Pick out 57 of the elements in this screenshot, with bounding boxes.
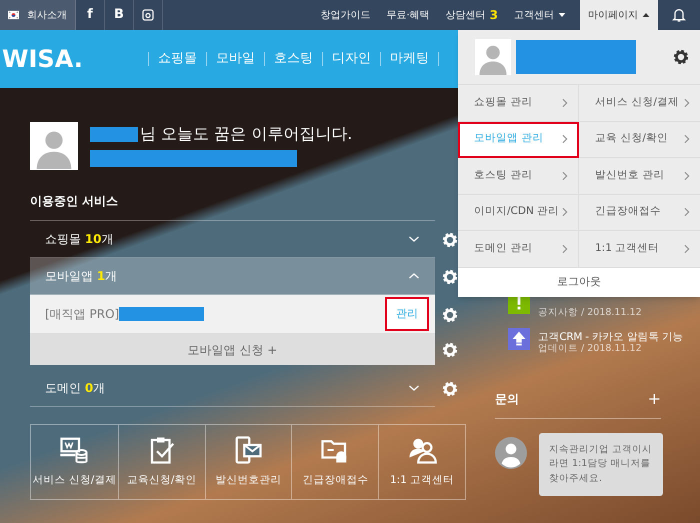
quick-link[interactable]: 발신번호관리 <box>204 425 292 499</box>
camera-icon <box>142 9 154 21</box>
menu-item[interactable]: 발신번호 관리 <box>579 158 700 194</box>
avatar-placeholder-icon <box>30 122 78 170</box>
top-nav-link[interactable]: 고객센터 <box>506 0 574 30</box>
quick-link[interactable]: 1:1 고객센터 <box>378 425 465 499</box>
top-nav-link[interactable]: 마이페이지 <box>580 0 658 30</box>
quick-link[interactable]: 긴급장애접수 <box>291 425 378 499</box>
quick-link[interactable]: 서비스 신청/결제 <box>31 425 118 499</box>
news-meta-text: 업데이트 / 2018.11.12 <box>538 344 643 354</box>
redaction-bar <box>90 126 138 142</box>
chevron-right-icon <box>560 134 570 144</box>
caret-icon <box>642 11 650 19</box>
speech-bubble: 지속관리기업 고객이시라면 1:1담당 매니저를 찾아주세요. <box>539 433 663 496</box>
bell-icon[interactable] <box>671 7 687 23</box>
avatar-placeholder-icon <box>475 39 511 75</box>
menu-item[interactable]: 서비스 신청/결제 <box>579 85 700 122</box>
service-row[interactable]: 쇼핑몰 10개 <box>30 221 435 258</box>
count-text: 3 <box>490 7 498 24</box>
chevron-right-icon <box>682 207 692 218</box>
chevron-right-icon <box>682 170 692 181</box>
service-row[interactable]: 도메인 0개 <box>30 370 435 407</box>
section-title: 이용중인 서비스 <box>30 193 120 210</box>
chevron-right-icon <box>560 170 570 181</box>
avatar-placeholder-icon <box>495 437 527 469</box>
service-row[interactable]: 모바일앱 1개 <box>30 258 435 295</box>
caret-icon <box>558 11 566 19</box>
top-nav-link[interactable]: 무료·혜택 <box>378 0 438 30</box>
app-name-text: [매직앱 PRO] <box>45 306 120 323</box>
quick-link[interactable]: 교육신청/확인 <box>118 425 205 499</box>
menu-item[interactable]: 긴급장애접수 <box>579 194 700 231</box>
sender-icon <box>233 435 264 466</box>
chevron-right-icon <box>682 134 692 144</box>
service-count-text: 쇼핑몰 10개 <box>45 231 115 248</box>
greeting-text: 님 오늘도 꿈은 이루어집니다. <box>140 123 352 145</box>
top-nav-link[interactable]: 상담센터 3 <box>438 0 506 30</box>
top-nav-link[interactable]: 창업가이드 <box>312 0 378 30</box>
add-link[interactable]: + <box>648 391 661 407</box>
flag-icon <box>8 8 19 22</box>
service-count-text: 도메인 0개 <box>45 380 106 397</box>
menu-item[interactable]: 교육 신청/확인 <box>579 122 700 158</box>
chevron-right-icon <box>560 207 570 218</box>
news-title-link[interactable]: 고객CRM - 카카오 알림톡 기능 <box>538 332 684 344</box>
service-count-text: 모바일앱 1개 <box>45 268 118 285</box>
chevron-right-icon <box>682 244 692 254</box>
company-link[interactable]: 회사소개 <box>0 0 76 30</box>
service-icon <box>59 435 90 466</box>
apply-button[interactable]: 모바일앱 신청 + <box>30 334 435 365</box>
chevron-right-icon <box>560 98 570 108</box>
section-title: 문의 <box>495 391 519 408</box>
chevron-right-icon <box>560 244 570 254</box>
logout-button[interactable]: 로그아웃 <box>458 268 700 296</box>
news-meta-text: 공지사항 / 2018.11.12 <box>538 308 642 318</box>
menu-item[interactable]: 이미지/CDN 관리 <box>458 194 579 231</box>
gear-icon[interactable] <box>672 48 690 66</box>
menu-item[interactable]: 호스팅 관리 <box>458 158 579 194</box>
chevron-right-icon <box>682 98 692 108</box>
